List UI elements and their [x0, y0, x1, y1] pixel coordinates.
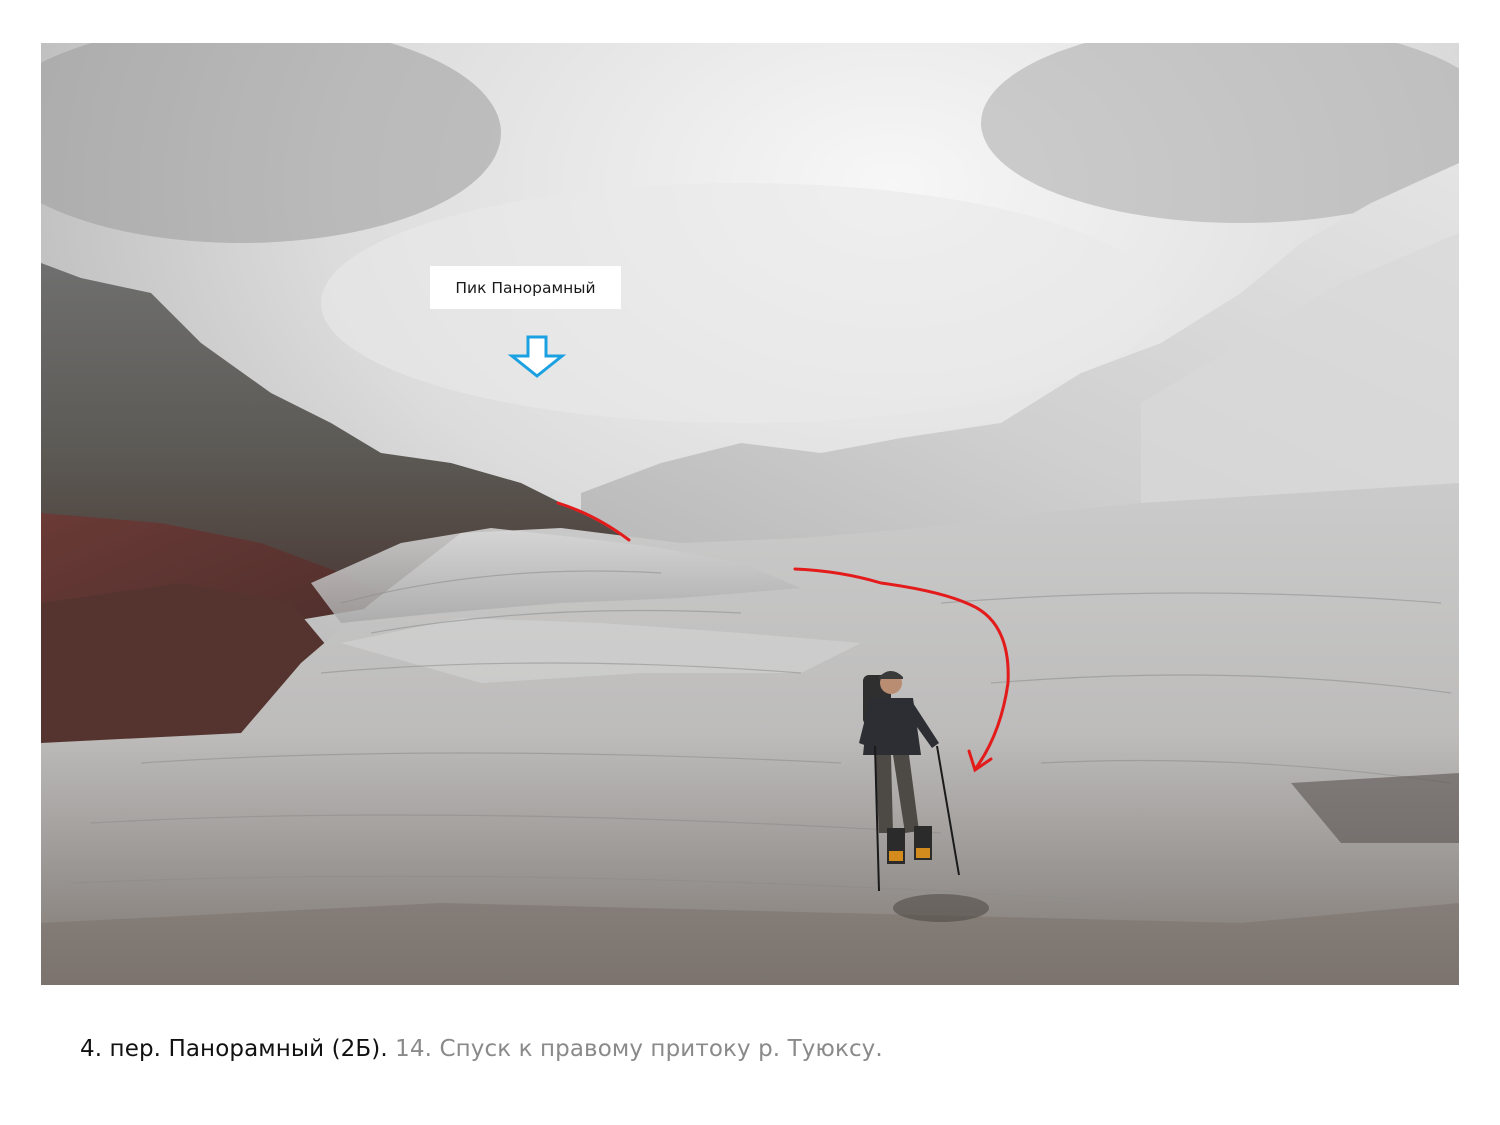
caption-sub: 14. Спуск к правому притоку р. Туюксу. [395, 1036, 883, 1062]
glacier-scene [41, 43, 1459, 985]
glacier-photo: Пик Панорамный [41, 43, 1459, 985]
slide-caption: 4. пер. Панорамный (2Б). 14. Спуск к пра… [80, 1036, 883, 1062]
peak-label: Пик Панорамный [430, 266, 621, 309]
caption-main: 4. пер. Панорамный (2Б). [80, 1036, 388, 1062]
